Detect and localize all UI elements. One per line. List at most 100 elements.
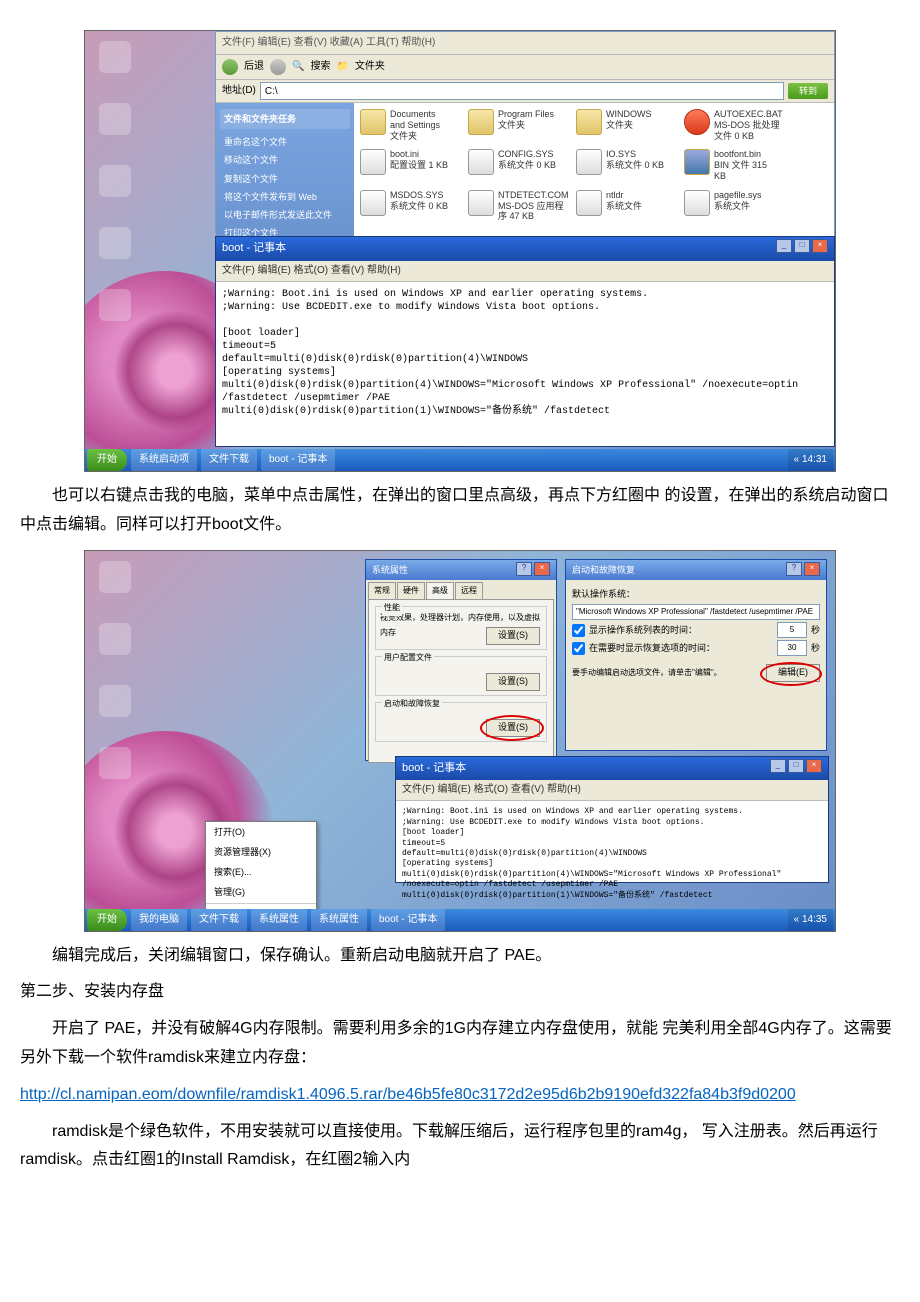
- system-tray[interactable]: « 14:31: [788, 449, 833, 471]
- dialog-body: 默认操作系统： "Microsoft Windows XP Profession…: [566, 580, 826, 691]
- dialog-titlebar[interactable]: 系统属性 ?×: [366, 560, 556, 580]
- settings-button[interactable]: 设置(S): [486, 673, 540, 691]
- back-label[interactable]: 后退: [244, 58, 264, 76]
- search-icon[interactable]: 🔍: [292, 58, 304, 76]
- taskbar-button[interactable]: 系统启动项: [131, 449, 197, 471]
- maximize-icon[interactable]: □: [794, 239, 810, 253]
- minimize-icon[interactable]: _: [770, 759, 786, 773]
- search-label[interactable]: 搜索: [310, 58, 330, 76]
- desktop-icon[interactable]: [93, 41, 137, 91]
- taskbar-button[interactable]: boot - 记事本: [371, 909, 445, 931]
- task-item[interactable]: 重命名这个文件: [220, 133, 350, 151]
- start-button[interactable]: 开始: [87, 449, 127, 471]
- notepad-body[interactable]: ;Warning: Boot.ini is used on Windows XP…: [396, 801, 828, 907]
- desktop-icon[interactable]: [93, 103, 137, 153]
- close-icon[interactable]: ×: [804, 562, 820, 576]
- file-item[interactable]: CONFIG.SYS系统文件 0 KB: [468, 149, 560, 181]
- close-icon[interactable]: ×: [806, 759, 822, 773]
- go-button[interactable]: 转到: [788, 83, 828, 99]
- taskbar-button[interactable]: 我的电脑: [131, 909, 187, 931]
- maximize-icon[interactable]: □: [788, 759, 804, 773]
- notepad-window[interactable]: boot - 记事本 _ □ × 文件(F) 编辑(E) 格式(O) 查看(V)…: [395, 756, 829, 883]
- notepad-titlebar[interactable]: boot - 记事本 _ □ ×: [216, 237, 834, 261]
- file-item[interactable]: boot.ini配置设置 1 KB: [360, 149, 452, 181]
- menu-item[interactable]: 管理(G): [206, 882, 316, 902]
- group-label: 性能: [382, 601, 402, 615]
- file-pane[interactable]: Documents and Settings文件夹 Program Files文…: [354, 103, 834, 241]
- dialog-title: 启动和故障恢复: [572, 562, 635, 578]
- taskbar-button[interactable]: 系统属性: [251, 909, 307, 931]
- minimize-icon[interactable]: _: [776, 239, 792, 253]
- tab[interactable]: 远程: [455, 582, 483, 599]
- notepad-titlebar[interactable]: boot - 记事本 _ □ ×: [396, 757, 828, 781]
- os-select[interactable]: "Microsoft Windows XP Professional" /fas…: [572, 604, 820, 620]
- taskbar-button[interactable]: 系统属性: [311, 909, 367, 931]
- desktop-icon[interactable]: [93, 623, 137, 673]
- tab[interactable]: 常规: [368, 582, 396, 599]
- desktop-icon[interactable]: [93, 289, 137, 339]
- notepad-window[interactable]: boot - 记事本 _ □ × 文件(F) 编辑(E) 格式(O) 查看(V)…: [215, 236, 835, 447]
- file-item[interactable]: NTDETECT.COMMS-DOS 应用程序 47 KB: [468, 190, 560, 222]
- desktop-icon[interactable]: [93, 747, 137, 797]
- back-icon[interactable]: [222, 59, 238, 75]
- menu-item[interactable]: 搜索(E)...: [206, 862, 316, 882]
- tab[interactable]: 硬件: [397, 582, 425, 599]
- notepad-body[interactable]: ;Warning: Boot.ini is used on Windows XP…: [216, 282, 834, 424]
- task-item[interactable]: 移动这个文件: [220, 151, 350, 169]
- seconds-spinner[interactable]: 30: [777, 640, 807, 656]
- file-item[interactable]: pagefile.sys系统文件: [684, 190, 776, 222]
- file-item[interactable]: IO.SYS系统文件 0 KB: [576, 149, 668, 181]
- desktop-icon[interactable]: [93, 165, 137, 215]
- tasks-header: 文件和文件夹任务: [220, 109, 350, 129]
- start-button[interactable]: 开始: [87, 909, 127, 931]
- screenshot-1: 文件(F) 编辑(E) 查看(V) 收藏(A) 工具(T) 帮助(H) 后退 🔍…: [84, 30, 836, 472]
- desktop-icon[interactable]: [93, 561, 137, 611]
- file-item[interactable]: Program Files文件夹: [468, 109, 560, 141]
- system-properties-dialog[interactable]: 系统属性 ?× 常规 硬件 高级 远程 性能 视觉效果，处理器计划，内存使用，以…: [365, 559, 557, 761]
- checkbox-label: 在需要时显示恢复选项的时间：: [589, 640, 773, 656]
- menu-item[interactable]: 资源管理器(X): [206, 842, 316, 862]
- startup-recovery-dialog[interactable]: 启动和故障恢复 ?× 默认操作系统： "Microsoft Windows XP…: [565, 559, 827, 751]
- close-icon[interactable]: ×: [534, 562, 550, 576]
- folders-label[interactable]: 文件夹: [355, 58, 385, 76]
- checkbox[interactable]: [572, 642, 585, 655]
- task-item[interactable]: 将这个文件发布到 Web: [220, 188, 350, 206]
- taskbar-button[interactable]: boot - 记事本: [261, 449, 335, 471]
- notepad-menubar[interactable]: 文件(F) 编辑(E) 格式(O) 查看(V) 帮助(H): [396, 780, 828, 801]
- checkbox[interactable]: [572, 624, 585, 637]
- explorer-window[interactable]: 文件(F) 编辑(E) 查看(V) 收藏(A) 工具(T) 帮助(H) 后退 🔍…: [215, 31, 835, 233]
- file-item[interactable]: AUTOEXEC.BATMS-DOS 批处理文件 0 KB: [684, 109, 776, 141]
- file-item[interactable]: MSDOS.SYS系统文件 0 KB: [360, 190, 452, 222]
- task-item[interactable]: 以电子邮件形式发送此文件: [220, 206, 350, 224]
- file-item[interactable]: Documents and Settings文件夹: [360, 109, 452, 141]
- notepad-title: boot - 记事本: [402, 759, 466, 779]
- address-input[interactable]: [260, 82, 784, 100]
- file-item[interactable]: ntldr系统文件: [576, 190, 668, 222]
- help-icon[interactable]: ?: [786, 562, 802, 576]
- taskbar-button[interactable]: 文件下载: [191, 909, 247, 931]
- group-label: 用户配置文件: [382, 651, 434, 665]
- explorer-toolbar: 后退 🔍 搜索 📁 文件夹: [216, 55, 834, 80]
- task-item[interactable]: 复制这个文件: [220, 170, 350, 188]
- help-icon[interactable]: ?: [516, 562, 532, 576]
- screenshot-2: 打开(O) 资源管理器(X) 搜索(E)... 管理(G) 映射网络驱动器(N)…: [84, 550, 836, 932]
- paragraph: http://cl.namipan.eom/downfile/ramdisk1.…: [20, 1081, 900, 1110]
- dialog-titlebar[interactable]: 启动和故障恢复 ?×: [566, 560, 826, 580]
- tab-advanced[interactable]: 高级: [426, 582, 454, 599]
- menu-item[interactable]: 打开(O): [206, 822, 316, 842]
- forward-icon[interactable]: [270, 59, 286, 75]
- desktop-icon[interactable]: [93, 227, 137, 277]
- file-item[interactable]: bootfont.binBIN 文件 315 KB: [684, 149, 776, 181]
- system-tray[interactable]: « 14:35: [788, 909, 833, 931]
- download-link[interactable]: http://cl.namipan.eom/downfile/ramdisk1.…: [20, 1086, 796, 1103]
- notepad-menubar[interactable]: 文件(F) 编辑(E) 格式(O) 查看(V) 帮助(H): [216, 261, 834, 282]
- desktop-icon[interactable]: [93, 685, 137, 735]
- folders-icon[interactable]: 📁: [336, 58, 348, 76]
- seconds-spinner[interactable]: 5: [777, 622, 807, 638]
- explorer-menubar[interactable]: 文件(F) 编辑(E) 查看(V) 收藏(A) 工具(T) 帮助(H): [216, 32, 834, 55]
- settings-button[interactable]: 设置(S): [486, 627, 540, 645]
- taskbar-button[interactable]: 文件下载: [201, 449, 257, 471]
- file-item[interactable]: WINDOWS文件夹: [576, 109, 668, 141]
- close-icon[interactable]: ×: [812, 239, 828, 253]
- address-bar: 地址(D) 转到: [216, 80, 834, 103]
